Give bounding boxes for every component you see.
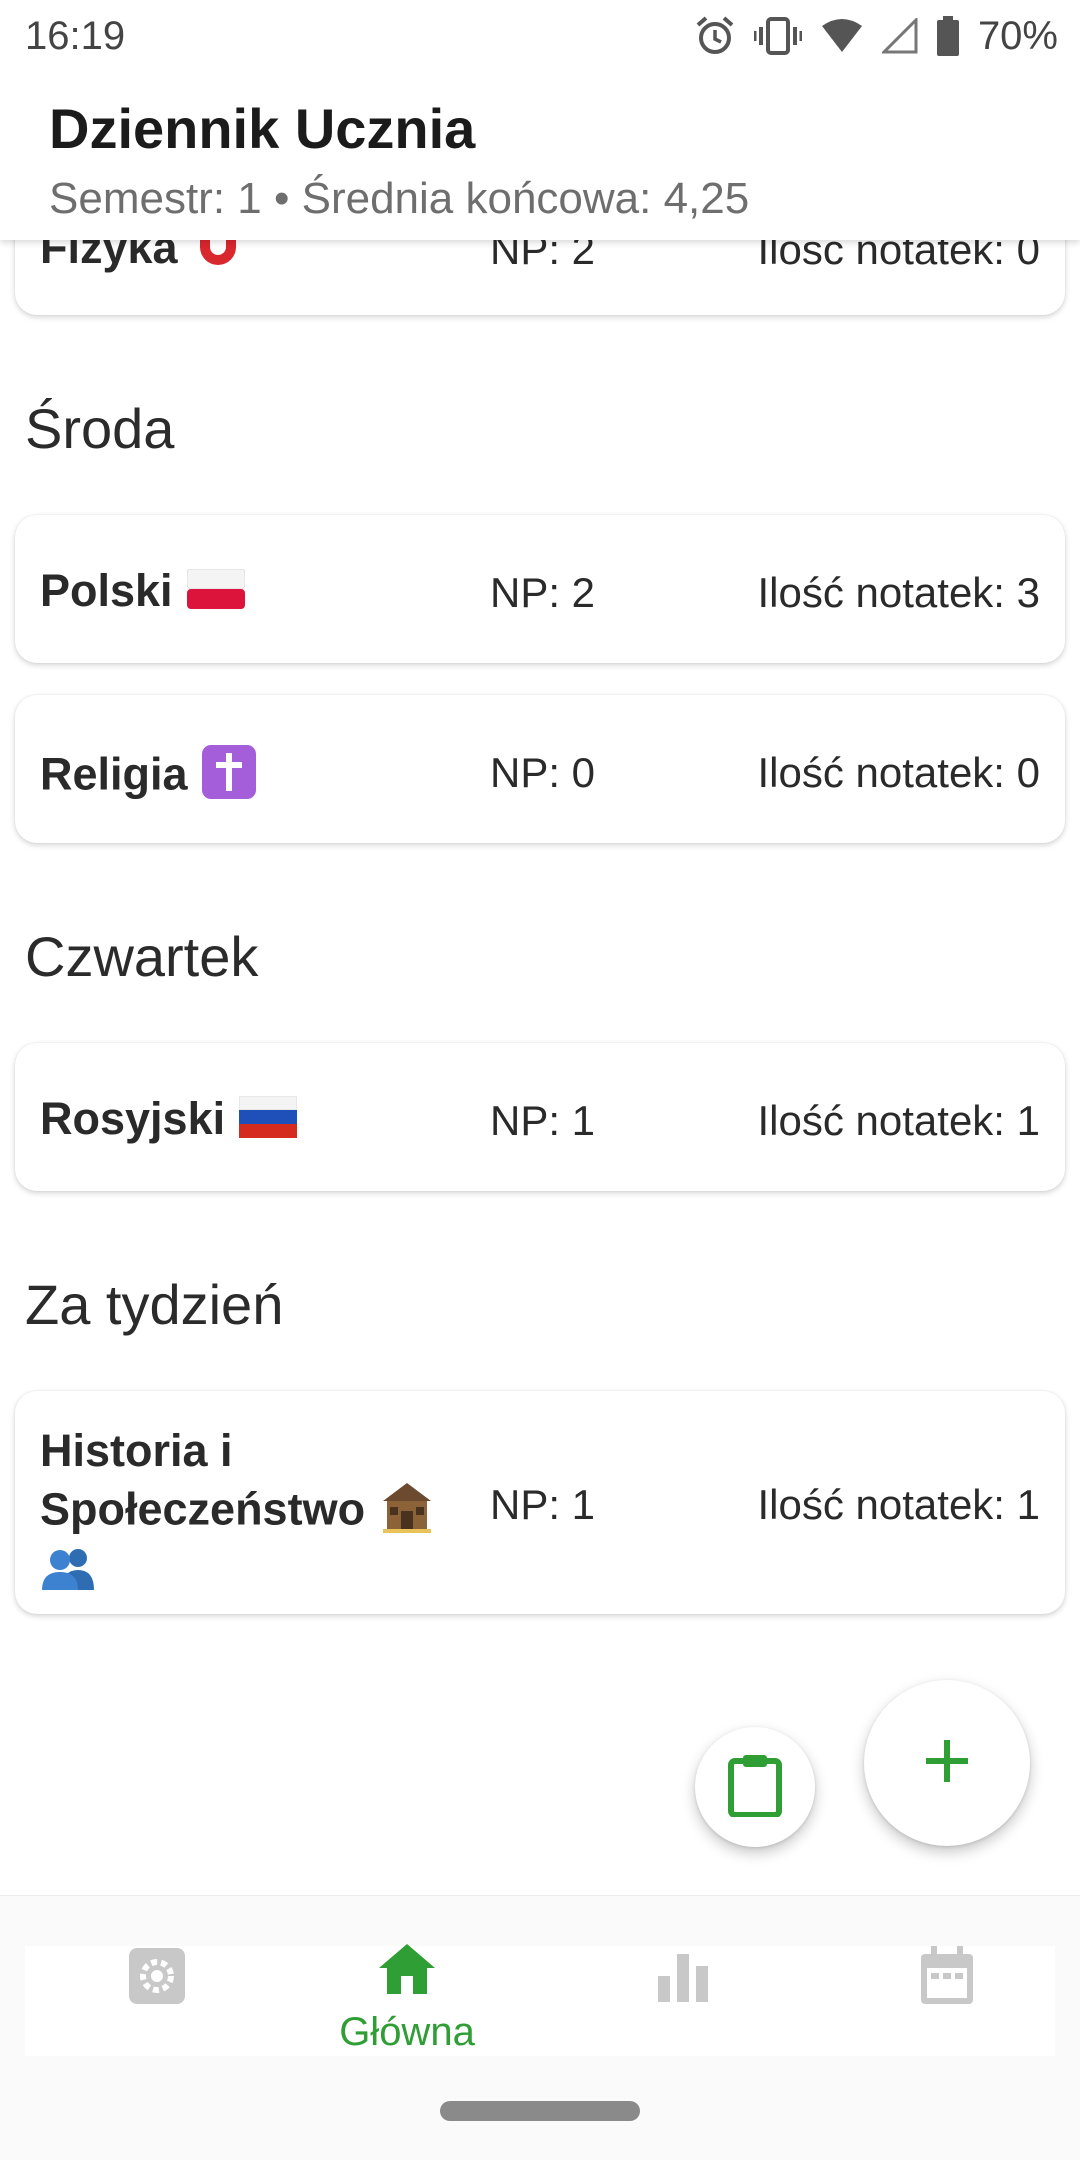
poland-flag-icon (186, 568, 246, 620)
lesson-card-religia[interactable]: Religia NP: 0 Ilość notatek: 0 (15, 695, 1065, 843)
app-header: Dziennik Ucznia Semestr: 1 • Średnia koń… (0, 72, 1080, 240)
signal-icon (881, 18, 918, 54)
clipboard-button[interactable] (695, 1727, 815, 1847)
home-indicator[interactable] (440, 2101, 640, 2121)
lesson-notes-count: Ilość notatek: 0 (757, 749, 1041, 796)
nav-calendar[interactable] (847, 1946, 1047, 2056)
screen: Fizyka NP: 2 Ilość notatek: 0 Środa Pols… (0, 0, 1080, 2160)
lesson-subject-line2: Społeczeństwo (40, 1483, 366, 1535)
lesson-notes-count: Ilość notatek: 3 (757, 569, 1041, 616)
nav-home[interactable]: Główna (307, 1944, 507, 2056)
lesson-notes-count: Ilość notatek: 1 (757, 1481, 1041, 1528)
bottom-nav: Główna (25, 1944, 1055, 2056)
alarm-icon (694, 15, 736, 57)
status-time: 16:19 (25, 14, 126, 58)
russia-flag-icon (238, 1095, 298, 1149)
lesson-subject-line1: Historia i (40, 1425, 233, 1476)
lesson-notes-count: Ilość notatek: 1 (757, 1097, 1041, 1144)
battery-icon (936, 16, 960, 56)
nav-home-label: Główna (339, 2010, 475, 2054)
lesson-card-historia[interactable]: Historia i Społeczeństwo NP: 1 Ilość not… (15, 1391, 1065, 1614)
lesson-np: NP: 1 (490, 1097, 596, 1144)
lesson-card-polski[interactable]: Polski NP: 2 Ilość notatek: 3 (15, 515, 1065, 663)
lesson-subject: Religia (40, 748, 188, 800)
vibrate-icon (753, 15, 802, 57)
day-header-za-tydzien: Za tydzień (25, 1273, 284, 1336)
lesson-np: NP: 2 (490, 569, 596, 616)
nav-stats[interactable] (583, 1946, 783, 2056)
lesson-subject: Polski (40, 565, 173, 616)
wifi-icon (820, 18, 864, 54)
nav-settings[interactable] (57, 1946, 257, 2056)
lesson-np: NP: 0 (490, 749, 596, 796)
day-header-sroda: Środa (25, 397, 175, 460)
battery-percent: 70% (977, 13, 1058, 58)
clipboard-icon (725, 1753, 785, 1822)
lesson-np: NP: 1 (490, 1481, 596, 1528)
day-header-czwartek: Czwartek (25, 925, 259, 988)
status-bar: 16:19 70% (0, 0, 1080, 72)
derelict-house-icon (379, 1479, 435, 1546)
lesson-subject: Rosyjski (40, 1093, 226, 1144)
latin-cross-icon (201, 745, 256, 810)
people-icon (40, 1549, 98, 1600)
lesson-list[interactable]: Fizyka NP: 2 Ilość notatek: 0 Środa Pols… (0, 0, 1080, 1895)
page-subtitle: Semestr: 1 • Średnia końcowa: 4,25 (49, 174, 750, 223)
add-button[interactable] (864, 1680, 1030, 1846)
page-title: Dziennik Ucznia (49, 97, 476, 160)
lesson-card-rosyjski[interactable]: Rosyjski NP: 1 Ilość notatek: 1 (15, 1043, 1065, 1191)
plus-icon (924, 1738, 970, 1789)
